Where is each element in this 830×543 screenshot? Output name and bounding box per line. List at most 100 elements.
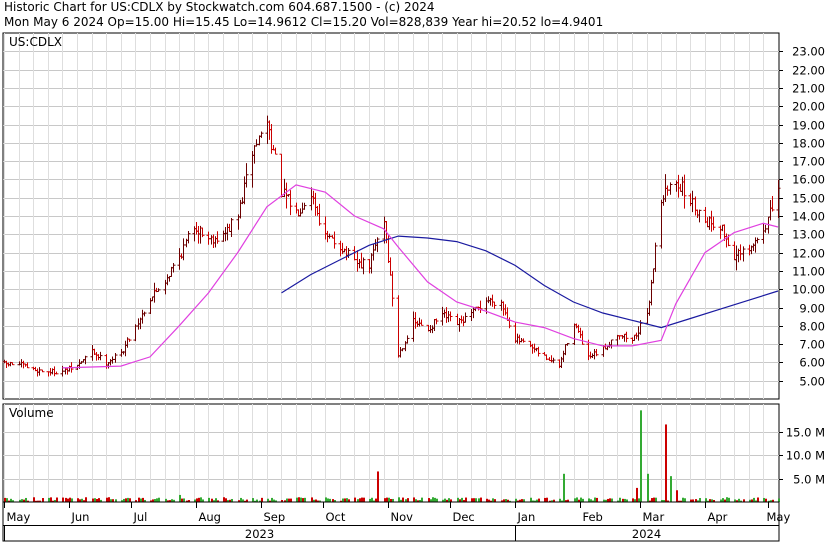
volume-bar (62, 497, 64, 502)
volume-bar (384, 498, 386, 502)
volume-bar (640, 410, 642, 502)
volume-bar (538, 498, 540, 502)
volume-bar (398, 497, 400, 502)
volume-bar (434, 497, 436, 502)
month-tick-label: May (7, 510, 31, 524)
price-tick-label: 22.00 (792, 64, 825, 78)
volume-bar (129, 498, 131, 502)
volume-bar (261, 497, 263, 502)
volume-bar (432, 497, 434, 502)
month-tick-label: Nov (391, 510, 414, 524)
volume-bar (580, 497, 582, 502)
volume-bar (71, 498, 73, 502)
volume-bar (225, 498, 227, 502)
volume-bar (346, 498, 348, 502)
volume-bar (127, 497, 129, 502)
volume-bar (296, 497, 298, 502)
volume-bar (179, 494, 181, 502)
month-tick-label: Apr (708, 510, 728, 524)
volume-bar (576, 497, 578, 502)
volume-bar (448, 498, 450, 502)
price-tick-label: 10.00 (792, 283, 825, 297)
volume-bar (198, 497, 200, 502)
month-tick-label: Jul (133, 510, 148, 524)
volume-bar (421, 497, 423, 502)
volume-bar (638, 498, 640, 502)
month-tick-label: Oct (326, 510, 346, 524)
volume-bar (388, 497, 390, 502)
year-label: 2023 (245, 527, 274, 541)
volume-bar (594, 497, 596, 502)
volume-bar (67, 498, 69, 502)
volume-bar (676, 490, 678, 502)
volume-bar (465, 497, 467, 502)
volume-bar (444, 498, 446, 502)
volume-bar (48, 497, 50, 502)
volume-bar (665, 424, 667, 502)
chart-canvas: 5.00 6.00 7.00 8.00 9.00 10.00 11.00 12.00 13.00… (2, 32, 825, 542)
volume-bar (311, 497, 313, 502)
volume-bar (342, 498, 344, 502)
volume-panel: 5.0 M 10.0 M 15.0 M Volume (2, 403, 825, 503)
volume-bar (208, 497, 210, 502)
volume-bar (596, 497, 598, 502)
year-label: 2024 (632, 527, 661, 541)
volume-bar (413, 497, 415, 502)
volume-bar (252, 498, 254, 502)
volume-bar (778, 498, 780, 502)
volume-bar (753, 497, 755, 502)
volume-bar (50, 497, 52, 502)
x-axis: May Jun Jul Aug Sep Oct Nov Dec Jan Feb Mar Apr May 2… (2, 501, 791, 542)
volume-bar (92, 498, 94, 502)
volume-bar (106, 497, 108, 502)
price-tick-label: 7.00 (799, 338, 825, 352)
volume-bar (65, 497, 67, 502)
volume-bar (140, 498, 142, 502)
volume-bar (196, 498, 198, 502)
volume-tick-label: 5.0 M (793, 473, 825, 487)
volume-bar (588, 498, 590, 502)
volume-bar (647, 473, 649, 502)
volume-bar (183, 498, 185, 502)
volume-bar (457, 497, 459, 502)
price-tick-label: 17.00 (792, 155, 825, 169)
volume-bar (632, 498, 634, 502)
volume-bar (158, 497, 160, 502)
volume-bar (407, 498, 409, 502)
volume-bar (563, 473, 565, 502)
volume-bar (726, 497, 728, 502)
volume-bar (85, 497, 87, 502)
volume-bar (722, 498, 724, 502)
volume-bar (475, 498, 477, 502)
volume-bar (684, 498, 686, 502)
volume-bar (108, 497, 110, 502)
month-tick-label: May (767, 510, 791, 524)
volume-bar (69, 497, 71, 502)
volume-bar (94, 498, 96, 502)
volume-bar (181, 498, 183, 502)
volume-panel-label: Volume (9, 406, 54, 420)
volume-bar (619, 497, 621, 502)
volume-bar (544, 497, 546, 502)
volume-bar (428, 498, 430, 502)
volume-bar (6, 498, 8, 502)
volume-bar (655, 497, 657, 502)
price-tick-label: 15.00 (792, 192, 825, 206)
price-tick-label: 5.00 (799, 375, 825, 389)
volume-bar (371, 497, 373, 502)
month-tick-label: Jun (71, 510, 90, 524)
volume-tick-label: 15.0 M (786, 426, 825, 440)
price-tick-label: 14.00 (792, 210, 825, 224)
volume-bar (402, 497, 404, 502)
volume-bar (492, 498, 494, 502)
volume-bar (361, 497, 363, 502)
volume-bar (125, 498, 127, 502)
volume-bar (300, 497, 302, 502)
volume-bar (699, 498, 701, 502)
volume-bar (240, 497, 242, 502)
month-tick-label: Sep (264, 510, 286, 524)
price-panel-label: US:CDLX (9, 35, 62, 49)
volume-bar (325, 497, 327, 502)
volume-bar (530, 497, 532, 502)
volume-bar (77, 498, 79, 502)
